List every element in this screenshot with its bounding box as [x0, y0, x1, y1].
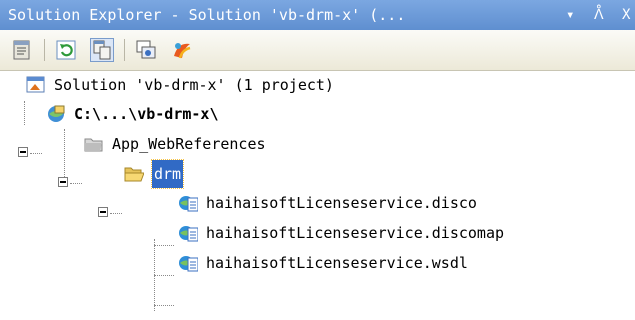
window-titlebar: Solution Explorer - Solution 'vb-drm-x' … — [0, 0, 635, 30]
folder-label: App_WebReferences — [112, 135, 266, 153]
tree-connector — [64, 129, 65, 179]
solution-icon — [26, 76, 45, 93]
tree-connector — [154, 275, 174, 276]
collapse-project-toggle[interactable] — [18, 147, 28, 157]
refresh-icon — [56, 40, 76, 60]
tree-connector — [154, 305, 174, 306]
tree-connector — [154, 245, 174, 246]
tree-connector — [30, 153, 42, 154]
pin-icon[interactable]: ᐰ — [594, 0, 604, 30]
tree-connector — [70, 183, 82, 184]
project-label: C:\...\vb-drm-x\ — [74, 105, 219, 123]
dropdown-arrow-icon[interactable]: ▾ — [566, 0, 574, 30]
drm-label: drm — [150, 159, 185, 189]
web-reference-file-icon — [179, 196, 198, 212]
collapse-folder-toggle[interactable] — [58, 177, 68, 187]
web-project-icon — [48, 105, 65, 122]
folder-icon — [84, 138, 103, 152]
close-icon[interactable]: X — [622, 0, 630, 30]
tree-connector — [110, 213, 122, 214]
toolbar-separator — [124, 39, 125, 61]
nest-related-files-icon — [93, 40, 111, 60]
web-reference-file-icon — [179, 256, 198, 272]
collapse-drm-toggle[interactable] — [98, 207, 108, 217]
view-class-diagram-icon — [136, 40, 156, 59]
properties-icon — [13, 40, 30, 60]
toolbar — [0, 30, 635, 71]
refresh-button[interactable] — [54, 38, 78, 62]
web-reference-file-icon — [179, 226, 198, 242]
tree-connector — [24, 101, 25, 125]
file-label: haihaisoftLicenseservice.disco — [206, 194, 477, 212]
asp-net-configuration-icon — [174, 43, 191, 59]
solution-tree: Solution 'vb-drm-x' (1 project) C:\...\v… — [0, 71, 635, 320]
window-title: Solution Explorer - Solution 'vb-drm-x' … — [8, 6, 406, 24]
solution-label: Solution 'vb-drm-x' (1 project) — [54, 76, 334, 94]
file-label: haihaisoftLicenseservice.wsdl — [206, 254, 468, 272]
asp-net-configuration-button[interactable] — [170, 38, 194, 62]
file-label: haihaisoftLicenseservice.discomap — [206, 224, 505, 242]
properties-button[interactable] — [10, 38, 34, 62]
toolbar-separator — [44, 39, 45, 61]
nest-related-files-button[interactable] — [90, 38, 114, 62]
open-folder-icon — [124, 167, 144, 182]
view-class-diagram-button[interactable] — [134, 38, 158, 62]
